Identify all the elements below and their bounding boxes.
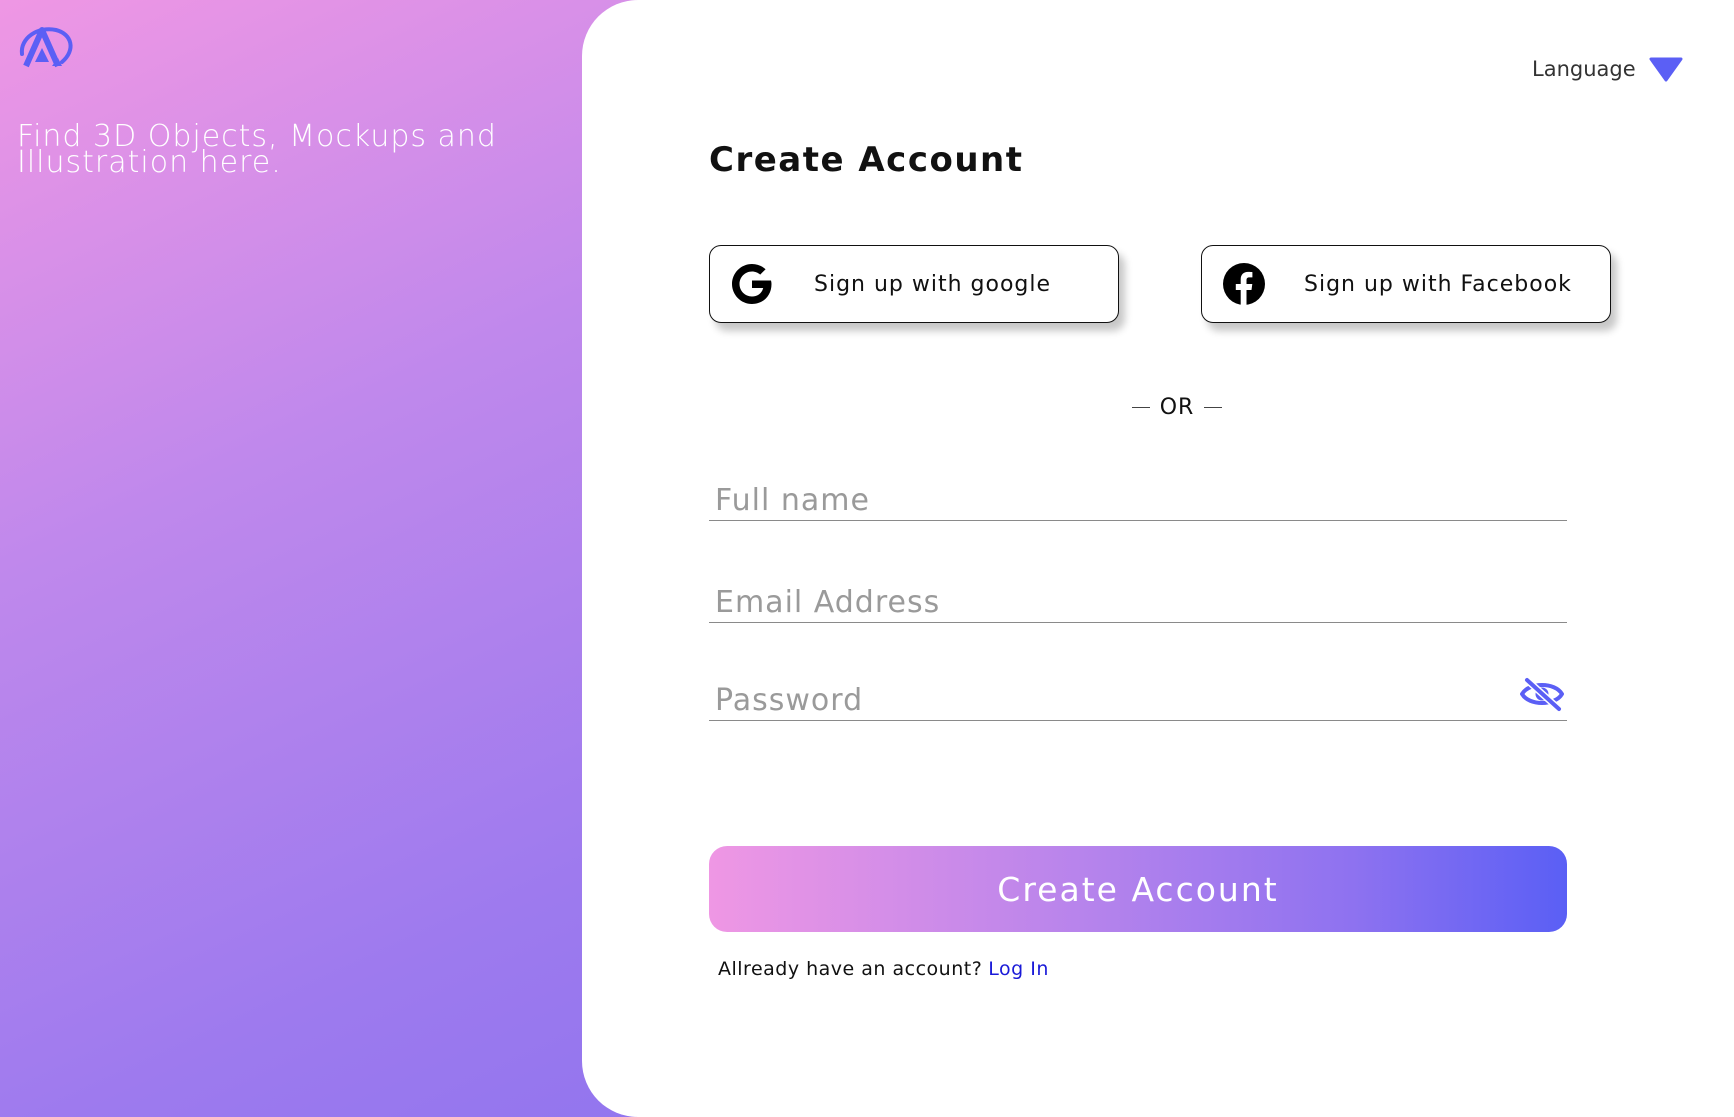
email-input[interactable] — [715, 585, 1495, 620]
google-signup-button[interactable]: Sign up with google — [709, 245, 1119, 323]
eye-slash-icon[interactable] — [1519, 676, 1565, 712]
divider-dash-right — [1204, 406, 1222, 409]
login-prompt-text: Allready have an account? — [718, 958, 983, 980]
full-name-field — [709, 468, 1567, 521]
full-name-input[interactable] — [715, 483, 1495, 518]
create-account-button[interactable]: Create Account — [709, 846, 1567, 932]
login-link[interactable]: Log In — [988, 958, 1049, 980]
caret-down-icon — [1649, 57, 1683, 82]
facebook-signup-label: Sign up with Facebook — [1304, 271, 1572, 297]
divider-text: OR — [1159, 395, 1195, 420]
password-input[interactable] — [715, 683, 1495, 718]
facebook-signup-button[interactable]: Sign up with Facebook — [1201, 245, 1611, 323]
language-selector[interactable]: Language — [1532, 56, 1683, 82]
google-signup-label: Sign up with google — [814, 271, 1052, 297]
brand-tagline: Find 3D Objects, Mockups and Illustratio… — [17, 119, 497, 180]
password-field — [709, 668, 1567, 721]
email-field — [709, 570, 1567, 623]
page-title: Create Account — [709, 140, 1024, 180]
login-prompt-row: Allready have an account? Log In — [718, 958, 1049, 980]
divider-dash-left — [1132, 406, 1150, 409]
or-divider: OR — [1122, 395, 1232, 420]
language-label: Language — [1532, 57, 1636, 81]
brand-logo-icon — [18, 20, 76, 72]
